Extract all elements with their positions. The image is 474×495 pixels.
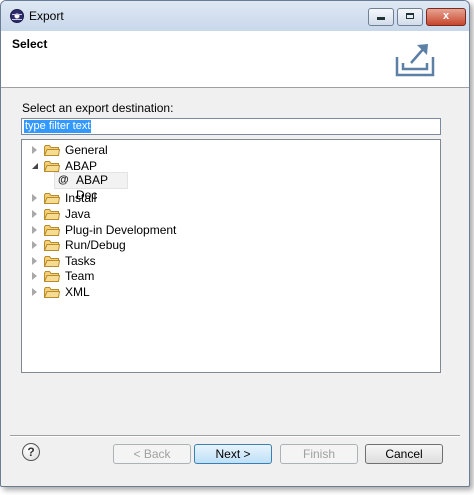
folder-icon [44, 145, 60, 156]
window-title: Export [29, 9, 64, 23]
minimize-icon [377, 17, 385, 20]
expand-arrow-icon[interactable] [32, 257, 37, 265]
folder-icon [44, 256, 60, 267]
collapse-arrow-icon[interactable] [32, 163, 38, 169]
folder-icon [44, 240, 60, 251]
title-bar[interactable]: Export x [1, 1, 469, 31]
folder-icon [44, 209, 60, 220]
tree-item-label: Java [65, 207, 91, 221]
next-button[interactable]: Next > [194, 444, 272, 464]
cancel-button[interactable]: Cancel [365, 444, 443, 464]
minimize-button[interactable] [368, 8, 394, 26]
folder-icon [44, 225, 60, 236]
maximize-icon [406, 13, 414, 19]
filter-input[interactable]: type filter text [21, 118, 441, 135]
footer-divider [10, 435, 460, 437]
tree-item-label: XML [65, 285, 90, 299]
expand-arrow-icon[interactable] [32, 210, 37, 218]
help-icon[interactable]: ? [22, 443, 40, 461]
filter-text: type filter text [24, 120, 92, 133]
tree-item-label: Tasks [65, 254, 96, 268]
expand-arrow-icon[interactable] [32, 288, 37, 296]
finish-button[interactable]: Finish [280, 444, 358, 464]
wizard-banner: Select [1, 31, 469, 88]
close-button[interactable]: x [426, 8, 466, 26]
export-wizard-icon [393, 39, 437, 79]
folder-icon [44, 193, 60, 204]
at-icon: @ [58, 174, 69, 186]
expand-arrow-icon[interactable] [32, 272, 37, 280]
folder-icon [44, 287, 60, 298]
destination-label: Select an export destination: [22, 101, 174, 115]
tree-item-label: General [65, 143, 108, 157]
folder-icon [44, 271, 60, 282]
tree-item-label: ABAP Doc [76, 173, 108, 202]
expand-arrow-icon[interactable] [32, 226, 37, 234]
expand-arrow-icon[interactable] [32, 194, 37, 202]
tree-item-label: Run/Debug [65, 238, 126, 252]
eclipse-icon [10, 9, 24, 23]
expand-arrow-icon[interactable] [32, 241, 37, 249]
export-dialog: Export x Select Select an export destina… [0, 0, 470, 487]
folder-open-icon [44, 161, 60, 172]
tree-item-label: Plug-in Development [65, 223, 177, 237]
tree-item-label: Team [65, 269, 95, 283]
tree-item-abap-doc[interactable]: @ ABAP Doc [54, 172, 128, 202]
maximize-button[interactable] [397, 8, 423, 26]
expand-arrow-icon[interactable] [32, 146, 37, 154]
back-button[interactable]: < Back [113, 444, 191, 464]
page-title: Select [12, 37, 48, 51]
